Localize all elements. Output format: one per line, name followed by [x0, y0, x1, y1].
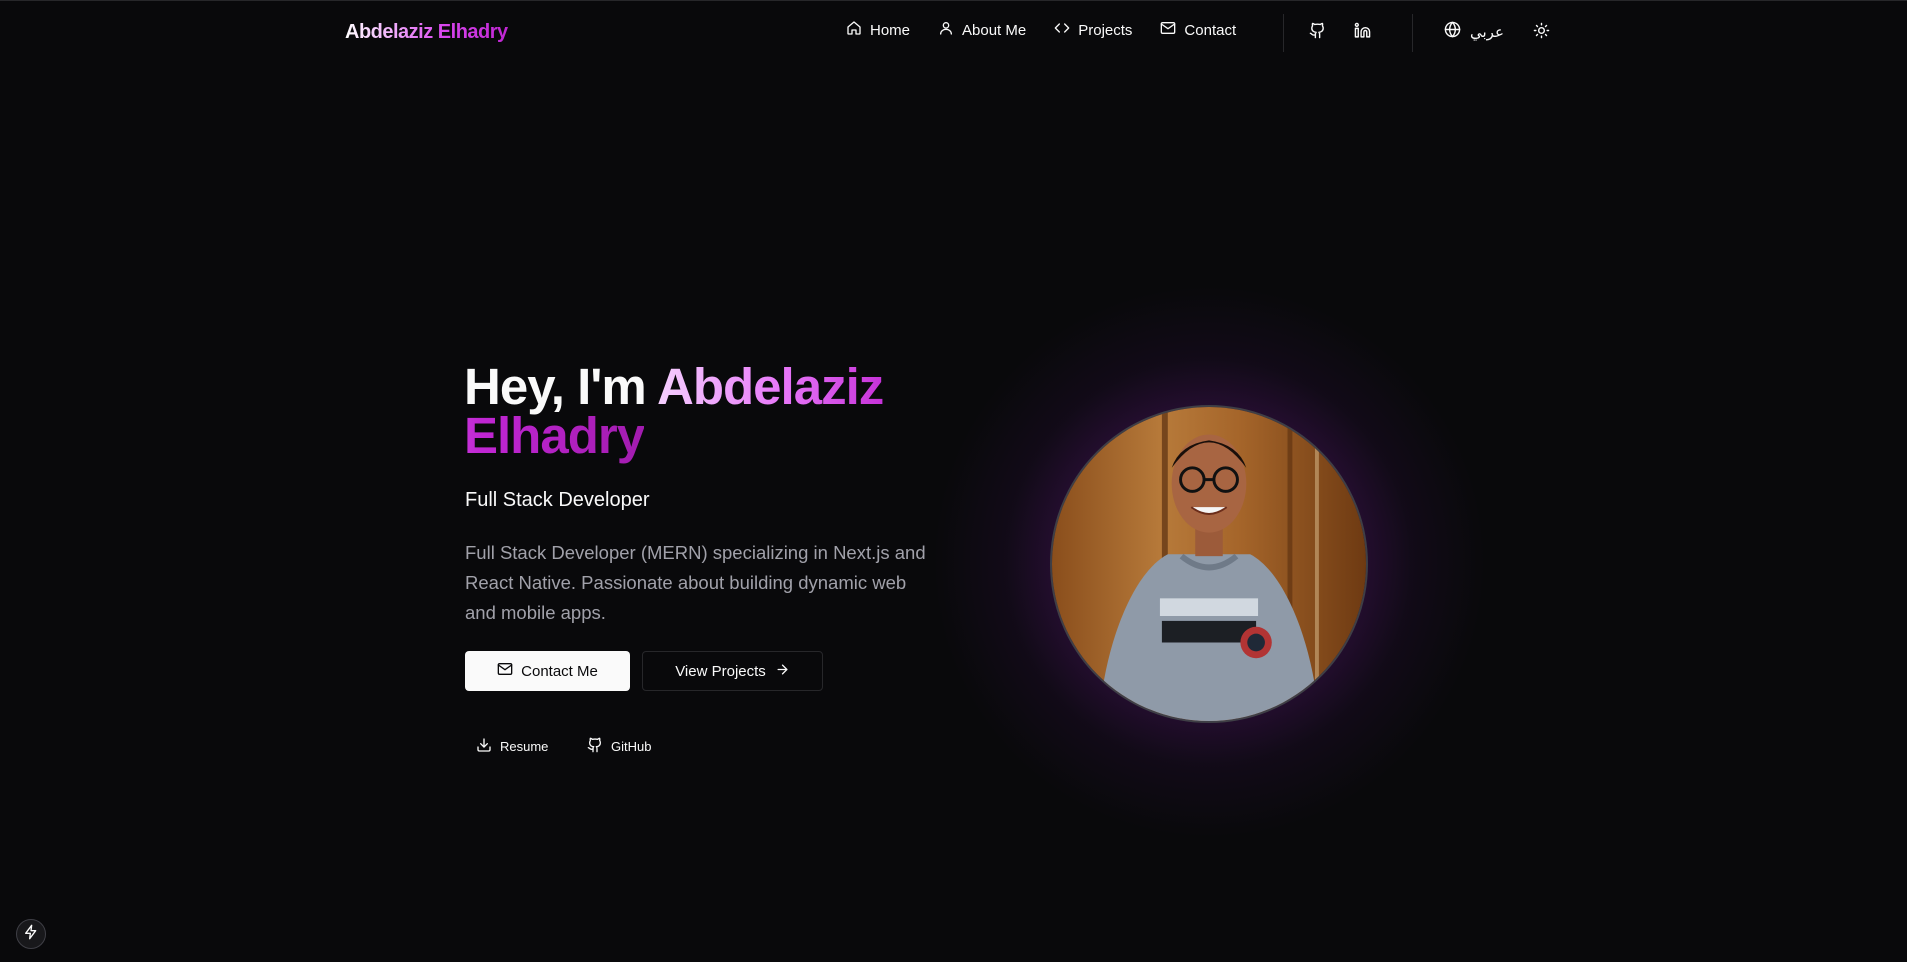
theme-toggle-button[interactable]: [1530, 22, 1552, 44]
github-profile-button[interactable]: GitHub: [587, 737, 651, 756]
nav-divider: [1283, 14, 1284, 52]
nav-item-about[interactable]: About Me: [938, 20, 1026, 40]
code-icon: [1054, 20, 1070, 40]
nav-item-label: Projects: [1078, 21, 1133, 39]
dev-tools-button[interactable]: [16, 919, 46, 949]
user-icon: [938, 20, 954, 40]
nav-item-home[interactable]: Home: [846, 20, 910, 40]
linkedin-link-button[interactable]: [1351, 22, 1373, 44]
contact-me-label: Contact Me: [521, 662, 598, 680]
brand-logo[interactable]: Abdelaziz Elhadry: [345, 21, 508, 44]
contact-me-button[interactable]: Contact Me: [465, 651, 630, 691]
navbar: Abdelaziz Elhadry Home About Me Projects…: [0, 0, 1907, 66]
profile-photo: [1050, 405, 1368, 723]
nav-divider: [1412, 14, 1413, 52]
globe-icon: [1444, 21, 1461, 42]
hero-description: Full Stack Developer (MERN) specializing…: [465, 542, 926, 623]
resume-label: Resume: [500, 739, 549, 754]
github-icon: [1309, 22, 1326, 44]
language-toggle-button[interactable]: عربي: [1444, 21, 1504, 42]
home-icon: [846, 20, 862, 40]
nav-item-projects[interactable]: Projects: [1054, 20, 1132, 40]
view-projects-button[interactable]: View Projects: [642, 651, 823, 691]
github-icon: [587, 737, 603, 756]
nav-item-label: About Me: [962, 21, 1027, 39]
lightning-icon: [23, 924, 39, 945]
view-projects-label: View Projects: [675, 662, 766, 680]
resume-download-button[interactable]: Resume: [476, 737, 548, 756]
github-label: GitHub: [611, 739, 652, 754]
mail-icon: [1160, 20, 1176, 40]
linkedin-icon: [1354, 22, 1371, 44]
github-link-button[interactable]: [1306, 22, 1328, 44]
language-label: عربي: [1470, 23, 1504, 41]
download-icon: [476, 737, 492, 756]
nav-item-label: Home: [870, 21, 911, 39]
nav-item-contact[interactable]: Contact: [1160, 20, 1236, 40]
nav-item-label: Contact: [1184, 21, 1237, 39]
hero-subtitle: Full Stack Developer: [465, 489, 650, 511]
nav-links: Home About Me Projects Contact: [846, 20, 1236, 40]
mail-icon: [497, 661, 513, 681]
arrow-right-icon: [775, 662, 790, 681]
hero-title: Hey, I'm Abdelaziz Elhadry: [464, 361, 984, 461]
sun-icon: [1533, 22, 1550, 44]
